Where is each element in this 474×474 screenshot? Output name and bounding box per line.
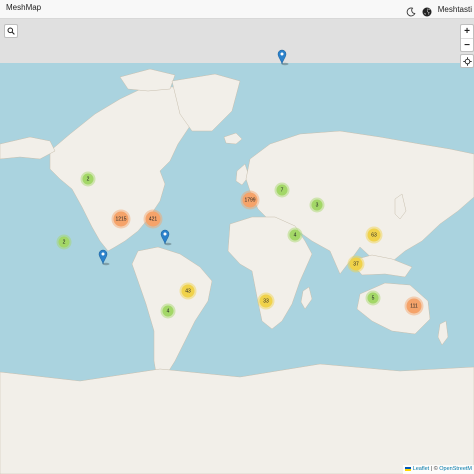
ukraine-flag-icon [405,466,412,471]
cluster-count: 3 [316,202,319,208]
cluster-marker[interactable]: 5 [365,290,381,306]
cluster-marker[interactable]: 63 [365,226,383,244]
cluster-count: 2 [87,176,90,182]
cluster-count: 4 [294,232,297,238]
pin-dot [163,232,167,236]
moon-icon[interactable] [406,4,416,17]
pin-shadow [164,242,172,246]
pin-dot [280,52,284,56]
cluster-count: 2 [63,239,66,245]
attribution-separator: | © [429,466,440,472]
cluster-count: 33 [263,298,269,304]
map-canvas[interactable]: 2 1215 421 2 1799 7 3 4 63 37 43 4 33 5 111 [0,19,474,474]
map-view[interactable]: 2 1215 421 2 1799 7 3 4 63 37 43 4 33 5 111 + − Leafle… [0,19,474,474]
cluster-marker[interactable]: 37 [347,255,365,273]
antarctica [0,363,474,474]
cluster-count: 7 [281,187,284,193]
cluster-marker[interactable]: 4 [287,227,303,243]
cluster-marker[interactable]: 4 [160,303,176,319]
cluster-count: 4 [167,308,170,314]
app-title[interactable]: MeshMap [6,3,41,12]
cluster-count: 5 [372,295,375,301]
cluster-marker[interactable]: 421 [143,209,163,229]
zoom-in-button[interactable]: + [461,25,473,38]
locate-button[interactable] [460,54,474,68]
leaflet-link[interactable]: Leaflet [413,466,430,472]
zoom-out-button[interactable]: − [461,38,473,52]
top-bar: MeshMap Meshtasti [0,0,474,19]
cluster-marker[interactable]: 111 [404,296,424,316]
cluster-count: 43 [185,288,191,294]
osm-link[interactable]: OpenStreetM [439,466,472,472]
cluster-marker[interactable]: 1215 [111,209,131,229]
cluster-marker[interactable]: 3 [309,197,325,213]
pin-dot [101,252,105,256]
map-attribution: Leaflet | © OpenStreetM [403,465,474,474]
nav-label[interactable]: Meshtasti [438,5,472,14]
locate-icon [462,56,472,66]
search-button[interactable] [4,24,18,38]
pin-shadow [102,262,110,266]
cluster-count: 63 [371,232,377,238]
github-icon[interactable] [422,4,432,17]
top-right-nav: Meshtasti [406,2,474,17]
zoom-control: + − [460,24,474,52]
cluster-count: 1215 [115,216,126,222]
search-icon [7,27,15,35]
map-unloaded-area [0,19,474,63]
cluster-count: 421 [149,216,158,222]
cluster-marker[interactable]: 43 [179,282,197,300]
cluster-count: 111 [410,303,418,309]
cluster-marker[interactable]: 2 [80,171,96,187]
cluster-marker[interactable]: 7 [274,182,290,198]
cluster-marker[interactable]: 2 [56,234,72,250]
cluster-marker[interactable]: 33 [257,292,275,310]
cluster-marker[interactable]: 1799 [240,190,260,210]
pin-shadow [281,62,289,66]
cluster-count: 1799 [244,197,255,203]
cluster-count: 37 [353,261,359,267]
